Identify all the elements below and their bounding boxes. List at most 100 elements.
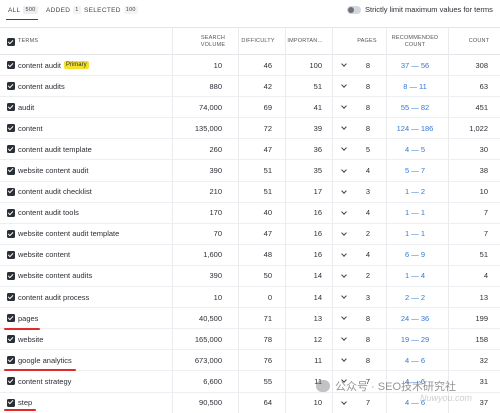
row-checkbox[interactable] xyxy=(7,398,15,407)
header-pages[interactable]: PAGES xyxy=(355,38,379,45)
tab-selected-label: SELECTED xyxy=(84,6,121,14)
row-checkbox[interactable] xyxy=(7,271,15,280)
expand-pages-toggle[interactable] xyxy=(339,287,349,307)
expand-pages-toggle[interactable] xyxy=(339,393,349,413)
tab-all[interactable]: ALL 500 xyxy=(8,6,38,14)
expand-pages-toggle[interactable] xyxy=(339,224,349,244)
pages-cell: 3 xyxy=(365,187,371,197)
table-row[interactable]: website content 1,600 48 16 4 6 — 9 51 xyxy=(0,245,500,266)
pages-cell: 5 xyxy=(365,144,371,154)
chevron-down-icon xyxy=(341,314,347,321)
table-row[interactable]: content 135,000 72 39 8 124 — 186 1,022 xyxy=(0,118,500,140)
table-row[interactable]: website 165,000 78 12 8 19 — 29 158 xyxy=(0,329,500,351)
difficulty-cell: 50 xyxy=(263,271,272,281)
difficulty-cell: 69 xyxy=(263,102,272,112)
chevron-down-icon xyxy=(341,82,347,88)
expand-pages-toggle[interactable] xyxy=(339,139,349,159)
tab-added-count: 1 xyxy=(73,6,81,14)
expand-pages-toggle[interactable] xyxy=(339,308,349,328)
row-checkbox[interactable] xyxy=(7,293,15,302)
term-text: pages xyxy=(18,313,39,323)
row-checkbox[interactable] xyxy=(7,166,15,175)
expand-pages-toggle[interactable] xyxy=(339,203,349,223)
term-text: content audit process xyxy=(18,292,90,302)
table-row[interactable]: website content audit template 70 47 16 2 1 —… xyxy=(0,224,500,245)
expand-pages-toggle[interactable] xyxy=(339,118,349,138)
difficulty-cell: 78 xyxy=(263,334,272,344)
table-row[interactable]: website content audits 390 50 14 2 1 — 4 4 xyxy=(0,266,500,288)
term-text: content audit tools xyxy=(18,208,79,218)
count-cell: 13 xyxy=(479,292,488,302)
expand-pages-toggle[interactable] xyxy=(339,76,349,96)
tab-added[interactable]: ADDED 1 xyxy=(46,6,81,14)
table-row[interactable]: content audit process 10 0 14 3 2 — 2 13 xyxy=(0,287,500,309)
row-checkbox[interactable] xyxy=(7,124,15,133)
term-text: content audit checklist xyxy=(18,187,92,197)
header-recommended-count[interactable]: RECOMMENDED COUNT xyxy=(386,35,444,49)
count-cell: 63 xyxy=(479,81,488,91)
tab-selected[interactable]: SELECTED 100 xyxy=(84,6,138,14)
recommended-count-cell: 5 — 7 xyxy=(404,166,425,176)
expand-pages-toggle[interactable] xyxy=(339,245,349,265)
expand-pages-toggle[interactable] xyxy=(339,97,349,117)
recommended-count-cell: 37 — 56 xyxy=(400,60,430,70)
table-row[interactable]: content audit checklist 210 51 17 3 1 — 2 10 xyxy=(0,182,500,203)
row-checkbox[interactable] xyxy=(7,229,15,238)
expand-pages-toggle[interactable] xyxy=(339,329,349,349)
difficulty-cell: 42 xyxy=(263,81,272,91)
pages-cell: 4 xyxy=(365,250,371,260)
chevron-down-icon xyxy=(341,61,347,67)
term-cell: content audit Primary xyxy=(18,55,89,75)
table-row[interactable]: content audit Primary 10 46 100 8 37 — 56 308 xyxy=(0,55,500,77)
row-checkbox[interactable] xyxy=(7,61,15,70)
table-row[interactable]: website content audit 390 51 35 4 5 — 7 38 xyxy=(0,160,500,182)
search-volume-cell: 165,000 xyxy=(194,334,222,344)
row-checkbox-cell xyxy=(7,55,15,75)
pages-cell: 8 xyxy=(365,81,371,91)
pages-cell: 7 xyxy=(365,398,371,408)
expand-pages-toggle[interactable] xyxy=(339,350,349,370)
table-row[interactable]: audit 74,000 69 41 8 55 — 82 451 xyxy=(0,97,500,119)
search-volume-cell: 10 xyxy=(213,292,222,302)
count-cell: 38 xyxy=(479,166,488,176)
expand-pages-toggle[interactable] xyxy=(339,182,349,202)
row-checkbox-cell xyxy=(7,224,15,244)
header-importance[interactable]: IMPORTAN... xyxy=(285,38,325,45)
row-checkbox-cell xyxy=(7,350,15,370)
difficulty-cell: 51 xyxy=(263,166,272,176)
row-checkbox[interactable] xyxy=(7,356,15,365)
row-checkbox[interactable] xyxy=(7,377,15,386)
chevron-down-icon xyxy=(341,356,347,363)
term-text: audit xyxy=(18,102,35,112)
row-checkbox[interactable] xyxy=(7,314,15,323)
expand-pages-toggle[interactable] xyxy=(339,55,349,75)
term-text: website content audits xyxy=(18,271,93,281)
row-checkbox[interactable] xyxy=(7,103,15,112)
expand-pages-toggle[interactable] xyxy=(339,160,349,180)
table-row[interactable]: content audit tools 170 40 16 4 1 — 1 7 xyxy=(0,203,500,224)
table-row[interactable]: content audits 880 42 51 8 8 — 11 63 xyxy=(0,76,500,98)
header-count[interactable]: COUNT xyxy=(464,38,494,45)
header-difficulty[interactable]: DIFFICULTY xyxy=(238,38,278,45)
row-checkbox[interactable] xyxy=(7,250,15,259)
count-cell: 7 xyxy=(483,208,488,218)
header-search-volume[interactable]: SEARCH VOLUME xyxy=(190,35,236,49)
row-checkbox[interactable] xyxy=(7,82,15,91)
row-checkbox[interactable] xyxy=(7,187,15,196)
count-cell: 4 xyxy=(483,271,488,281)
tab-selected-count: 100 xyxy=(123,6,138,14)
table-row[interactable]: pages 40,500 71 13 8 24 — 36 199 xyxy=(0,308,500,330)
term-text: website content xyxy=(18,250,71,260)
header-terms[interactable]: TERMS xyxy=(18,38,38,45)
row-checkbox-cell xyxy=(7,308,15,328)
select-all-checkbox[interactable] xyxy=(7,38,15,46)
row-checkbox[interactable] xyxy=(7,145,15,154)
search-volume-cell: 1,600 xyxy=(203,250,222,260)
table-row[interactable]: content audit template 260 47 36 5 4 — 5 30 xyxy=(0,139,500,161)
row-checkbox[interactable] xyxy=(7,335,15,344)
expand-pages-toggle[interactable] xyxy=(339,266,349,286)
strict-limit-toggle[interactable] xyxy=(347,5,361,14)
row-checkbox[interactable] xyxy=(7,208,15,217)
term-cell: content audit tools xyxy=(18,203,79,223)
chevron-down-icon xyxy=(341,293,347,299)
